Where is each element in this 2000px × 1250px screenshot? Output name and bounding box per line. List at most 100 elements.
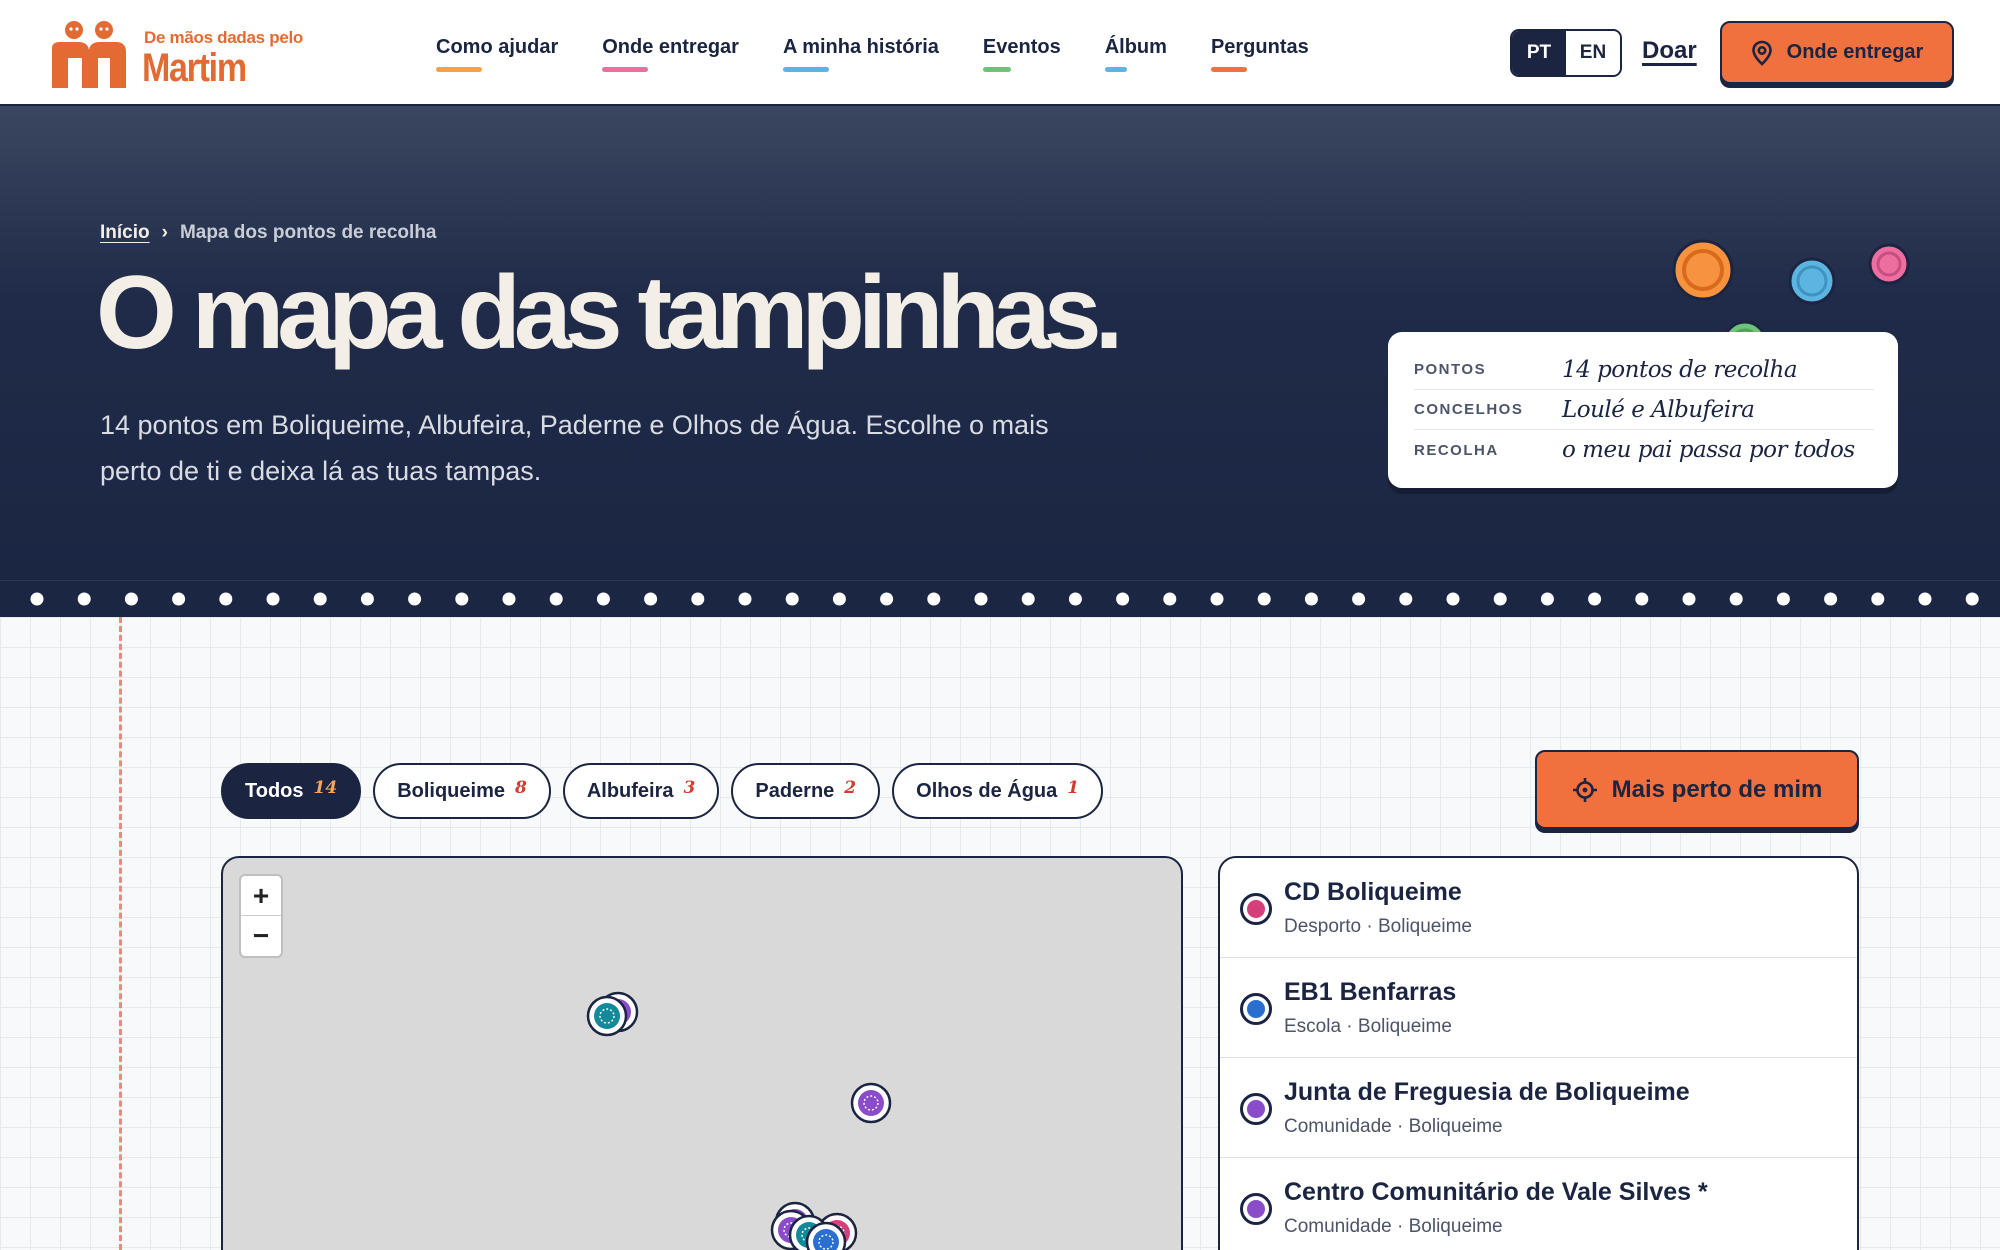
logo-wordmark: Martim	[142, 46, 247, 90]
divider-dot	[1729, 592, 1743, 606]
filter-label: Boliqueime	[397, 779, 505, 802]
nav-underline	[1210, 67, 1247, 72]
logo-mark-icon	[52, 21, 126, 88]
lang-pt-button[interactable]: PT	[1512, 31, 1566, 75]
filter-chip-todos[interactable]: Todos 14	[221, 763, 362, 819]
list-item[interactable]: CD Boliqueime Desporto · Boliqueime	[1220, 858, 1857, 958]
info-key: PONTOS	[1414, 361, 1487, 378]
nav-underline	[436, 67, 482, 72]
filter-count: 14	[313, 778, 338, 798]
site-logo[interactable]: De mãos dadas pelo Martim	[48, 18, 303, 90]
map-marker-icon[interactable]	[850, 1082, 892, 1124]
breadcrumb-current: Mapa dos pontos de recolha	[179, 222, 437, 243]
logo-tagline: De mãos dadas pelo	[144, 28, 303, 47]
divider-dot	[124, 592, 138, 606]
zoom-in-button[interactable]: +	[241, 876, 281, 916]
map-marker-icon[interactable]	[586, 995, 628, 1037]
near-me-button[interactable]: Mais perto de mim	[1535, 750, 1859, 829]
donate-link[interactable]: Doar	[1642, 37, 1697, 65]
filter-label: Albufeira	[586, 779, 674, 802]
divider-dot	[313, 592, 327, 606]
divider-dot	[644, 592, 658, 606]
filter-label: Todos	[245, 779, 304, 802]
point-meta: Escola · Boliqueime	[1284, 1016, 1452, 1037]
map-marker-icon[interactable]	[597, 991, 639, 1033]
list-item[interactable]: Centro Comunitário de Vale Silves * Comu…	[1220, 1158, 1857, 1250]
divider-dot	[1493, 592, 1507, 606]
divider-dot	[30, 592, 44, 606]
nav-underline	[982, 67, 1011, 72]
filter-chip-boliqueime[interactable]: Boliqueime 8	[373, 763, 551, 819]
nav-item-label: Eventos	[982, 36, 1061, 58]
breadcrumb-separator: ›	[161, 222, 168, 243]
map-markers	[586, 991, 892, 1250]
divider-dot	[549, 592, 563, 606]
map-marker-icon[interactable]	[805, 1221, 847, 1250]
region-filters: Todos 14 Boliqueime 8 Albufeira 3 Paderne 2 …	[221, 763, 1104, 819]
point-meta: Comunidade · Boliqueime	[1284, 1116, 1503, 1137]
language-switch: PT EN	[1510, 29, 1622, 77]
nav-item-eventos[interactable]: Eventos	[982, 36, 1061, 72]
filter-chip-albufeira[interactable]: Albufeira 3	[562, 763, 720, 819]
zoom-out-button[interactable]: −	[241, 916, 281, 956]
info-key: RECOLHA	[1414, 441, 1499, 459]
divider-dot	[1163, 592, 1177, 606]
nav-underline	[782, 67, 829, 72]
filter-chip-paderne[interactable]: Paderne 2	[731, 763, 881, 819]
divider-dot	[1304, 592, 1318, 606]
nav-underline	[1104, 67, 1127, 72]
breadcrumb-home-link[interactable]: Início	[100, 222, 150, 243]
map-marker-icon[interactable]	[770, 1209, 812, 1250]
map-marker-icon[interactable]	[788, 1214, 830, 1250]
nav-item-label: Álbum	[1104, 36, 1167, 58]
nav-item-label: Perguntas	[1210, 36, 1309, 58]
filter-label: Paderne	[755, 779, 835, 802]
point-meta: Comunidade · Boliqueime	[1284, 1216, 1503, 1237]
point-name: CD Boliqueime	[1284, 878, 1462, 906]
divider-dot	[1021, 592, 1035, 606]
info-value: Loulé e Albufeira	[1562, 396, 1755, 423]
info-key: CONCELHOS	[1414, 401, 1524, 418]
nav-item-como-ajudar[interactable]: Como ajudar	[436, 36, 558, 72]
list-item[interactable]: EB1 Benfarras Escola · Boliqueime	[1220, 958, 1857, 1058]
filter-count: 8	[514, 778, 527, 798]
divider-dot	[1068, 592, 1082, 606]
list-item[interactable]: Junta de Freguesia de Boliqueime Comunid…	[1220, 1058, 1857, 1158]
map-marker-icon[interactable]	[816, 1212, 858, 1250]
collection-points-list: CD Boliqueime Desporto · Boliqueime EB1 …	[1218, 856, 1859, 1250]
nav-item-onde-entregar[interactable]: Onde entregar	[602, 36, 739, 72]
divider-dot	[880, 592, 894, 606]
info-value: o meu pai passa por todos	[1562, 437, 1855, 463]
divider-dot	[1776, 592, 1790, 606]
info-value: 14 pontos de recolha	[1562, 356, 1798, 383]
point-name: Centro Comunitário de Vale Silves *	[1284, 1178, 1708, 1206]
point-meta: Desporto · Boliqueime	[1284, 916, 1472, 937]
nav-item-label: A minha história	[782, 36, 939, 58]
divider-dot	[1588, 592, 1602, 606]
divider-dot	[408, 592, 422, 606]
divider-dot	[1399, 592, 1413, 606]
divider-dot	[266, 592, 280, 606]
near-me-label: Mais perto de mim	[1611, 775, 1823, 803]
divider-dot	[1871, 592, 1885, 606]
header-cta-button[interactable]: Onde entregar	[1720, 21, 1954, 84]
map-pin-icon	[1751, 40, 1772, 66]
divider-dot	[455, 592, 469, 606]
map-marker-icon[interactable]	[774, 1201, 816, 1243]
divider-dot	[738, 592, 752, 606]
nav-item-album[interactable]: Álbum	[1104, 36, 1167, 72]
divider-dot	[1918, 592, 1932, 606]
lang-en-button[interactable]: EN	[1566, 31, 1620, 75]
divider-dot	[1352, 592, 1366, 606]
nav-item-perguntas[interactable]: Perguntas	[1210, 36, 1309, 72]
category-dot-icon	[1240, 1193, 1272, 1225]
divider-dot	[927, 592, 941, 606]
divider-dot	[832, 592, 846, 606]
nav-item-label: Onde entregar	[602, 36, 739, 58]
nav-item-a-minha-historia[interactable]: A minha história	[782, 36, 939, 72]
divider-dot	[172, 592, 186, 606]
notebook-margin-line	[119, 617, 122, 1250]
collection-map[interactable]: + −	[221, 856, 1183, 1250]
filter-chip-olhos-de-agua[interactable]: Olhos de Água 1	[892, 763, 1104, 819]
divider-dot	[974, 592, 988, 606]
